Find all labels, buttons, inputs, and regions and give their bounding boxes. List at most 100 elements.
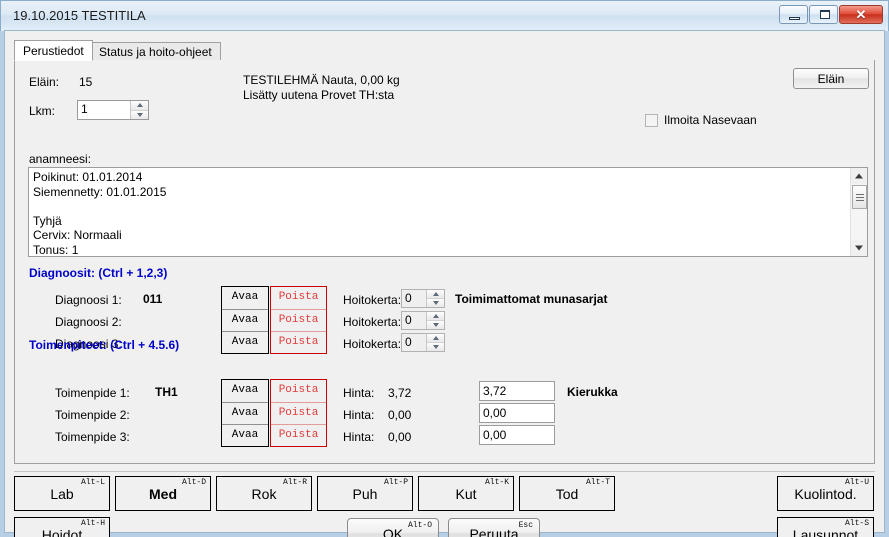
- toimenpide-1-avaa-button[interactable]: Avaa: [222, 380, 268, 402]
- toimenpiteet-header: Toimenpiteet: (Ctrl + 4.5.6): [29, 338, 180, 352]
- diagnoosi-1-label: Diagnoosi 1:: [55, 293, 122, 307]
- hoitokerta-3-value[interactable]: 0: [402, 334, 426, 351]
- hoidot-button[interactable]: Hoidot Alt-H: [14, 517, 110, 537]
- tab-page-perustiedot: Eläin: 15 Lkm: 1 TESTILEHMÄ Nauta, 0,00 …: [14, 60, 875, 464]
- hoitokerta-2-label: Hoitokerta:: [343, 315, 402, 329]
- hoidot-button-alt: Alt-H: [80, 519, 105, 528]
- diagnoosi-1-description: Toimimattomat munasarjat: [455, 292, 608, 306]
- window-title: 19.10.2015 TESTITILA: [13, 8, 146, 23]
- toimenpide-2-label: Toimenpide 2:: [55, 408, 130, 422]
- tod-button[interactable]: Tod Alt-T: [519, 476, 615, 511]
- window-controls: ✕: [779, 5, 883, 24]
- hoitokerta-1-label: Hoitokerta:: [343, 293, 402, 307]
- hoitokerta-1-spinner-down[interactable]: [427, 299, 444, 307]
- minimize-button[interactable]: [779, 5, 808, 24]
- scroll-down-icon[interactable]: [851, 240, 867, 256]
- hoitokerta-2-spinner[interactable]: 0: [401, 311, 445, 330]
- diagnoosi-3-avaa-button[interactable]: Avaa: [222, 331, 268, 353]
- lkm-label: Lkm:: [29, 104, 56, 118]
- toimenpide-1-code: TH1: [155, 385, 178, 399]
- med-button[interactable]: Med Alt-D: [115, 476, 211, 511]
- kut-button[interactable]: Kut Alt-K: [418, 476, 514, 511]
- rok-button[interactable]: Rok Alt-R: [216, 476, 312, 511]
- toimenpide-3-label: Toimenpide 3:: [55, 430, 130, 444]
- toimenpide-avaa-stack: Avaa Avaa Avaa: [221, 379, 269, 447]
- elain-value: 15: [79, 75, 93, 89]
- ilmoita-nasevaan-checkbox[interactable]: Ilmoita Nasevaan: [645, 113, 757, 127]
- anamneesi-scrollbar[interactable]: [850, 168, 867, 256]
- toimenpide-3-price-input[interactable]: 0,00: [479, 425, 555, 445]
- lkm-value[interactable]: 1: [78, 101, 130, 119]
- elain-label: Eläin:: [29, 75, 60, 89]
- toimenpide-3-poista-button[interactable]: Poista: [271, 424, 326, 446]
- kuolintod-button-alt: Alt-U: [844, 478, 869, 487]
- lkm-spinner[interactable]: 1: [77, 100, 149, 120]
- rok-button-alt: Alt-R: [282, 478, 307, 487]
- maximize-icon: [820, 10, 830, 19]
- close-button[interactable]: ✕: [839, 5, 883, 24]
- hoitokerta-2-spinner-buttons: [426, 312, 444, 329]
- elain-button-label: Eläin: [817, 72, 845, 86]
- scrollbar-thumb[interactable]: [852, 185, 867, 209]
- tab-status-ja-hoito-ohjeet[interactable]: Status ja hoito-ohjeet: [90, 42, 221, 61]
- diagnoosi-1-avaa-button[interactable]: Avaa: [222, 287, 268, 309]
- toimenpide-2-price-input[interactable]: 0,00: [479, 403, 555, 423]
- lausunnot-button[interactable]: Lausunnot Alt-S: [777, 517, 874, 537]
- diagnoosi-poista-stack: Poista Poista Poista: [270, 286, 327, 354]
- minimize-icon: [789, 17, 800, 20]
- hoitokerta-1-spinner-up[interactable]: [427, 290, 444, 299]
- tab-status-label: Status ja hoito-ohjeet: [99, 45, 212, 59]
- hinta-1-value: 3,72: [388, 386, 412, 400]
- lausunnot-button-alt: Alt-S: [844, 519, 869, 528]
- client-area: Perustiedot Status ja hoito-ohjeet Eläin…: [5, 31, 884, 537]
- scroll-up-icon[interactable]: [851, 168, 867, 184]
- peruuta-button[interactable]: Peruuta Esc: [448, 518, 540, 537]
- hoitokerta-1-spinner-buttons: [426, 290, 444, 307]
- tab-perustiedot[interactable]: Perustiedot: [14, 40, 93, 61]
- ok-button[interactable]: OK Alt-O: [347, 518, 439, 537]
- diagnoosi-1-poista-button[interactable]: Poista: [271, 287, 326, 309]
- hoitokerta-3-spinner-down[interactable]: [427, 343, 444, 351]
- diagnoosit-header: Diagnoosit: (Ctrl + 1,2,3): [29, 266, 168, 280]
- lab-button[interactable]: Lab Alt-L: [14, 476, 110, 511]
- puh-button[interactable]: Puh Alt-P: [317, 476, 413, 511]
- maximize-button[interactable]: [809, 5, 838, 24]
- hinta-3-label: Hinta:: [343, 430, 375, 444]
- diagnoosi-3-poista-button[interactable]: Poista: [271, 331, 326, 353]
- elain-button[interactable]: Eläin: [793, 68, 869, 89]
- hoitokerta-1-value[interactable]: 0: [402, 290, 426, 307]
- tab-perustiedot-label: Perustiedot: [23, 44, 84, 58]
- toimenpide-1-description: Kierukka: [567, 385, 618, 399]
- diagnoosi-2-poista-button[interactable]: Poista: [271, 309, 326, 331]
- ok-button-alt: Alt-O: [407, 521, 432, 530]
- hoitokerta-3-spinner-buttons: [426, 334, 444, 351]
- tab-strip: Perustiedot Status ja hoito-ohjeet: [14, 40, 875, 61]
- checkbox-box[interactable]: [645, 113, 658, 127]
- toimenpide-1-poista-button[interactable]: Poista: [271, 380, 326, 402]
- toimenpide-3-avaa-button[interactable]: Avaa: [222, 424, 268, 446]
- lkm-spinner-up[interactable]: [131, 101, 148, 111]
- med-button-alt: Alt-D: [181, 478, 206, 487]
- toimenpide-2-poista-button[interactable]: Poista: [271, 402, 326, 424]
- diagnoosi-1-code: 011: [143, 292, 163, 306]
- hoitokerta-2-spinner-down[interactable]: [427, 321, 444, 329]
- kuolintod-button[interactable]: Kuolintod. Alt-U: [777, 476, 874, 511]
- hoitokerta-2-value[interactable]: 0: [402, 312, 426, 329]
- kut-button-alt: Alt-K: [484, 478, 509, 487]
- toimenpide-2-avaa-button[interactable]: Avaa: [222, 402, 268, 424]
- anamneesi-text: Poikinut: 01.01.2014 Siemennetty: 01.01.…: [33, 170, 167, 257]
- footer-separator: [14, 471, 875, 472]
- hinta-3-value: 0,00: [388, 430, 412, 444]
- toimenpide-1-price-input[interactable]: 3,72: [479, 381, 555, 401]
- toimenpide-1-label: Toimenpide 1:: [55, 386, 130, 400]
- lkm-spinner-down[interactable]: [131, 110, 148, 119]
- hoitokerta-1-spinner[interactable]: 0: [401, 289, 445, 308]
- lab-button-alt: Alt-L: [80, 478, 105, 487]
- animal-info-line2: Lisätty uutena Provet TH:sta: [243, 88, 395, 102]
- anamneesi-textarea[interactable]: Poikinut: 01.01.2014 Siemennetty: 01.01.…: [28, 167, 868, 257]
- hoitokerta-2-spinner-up[interactable]: [427, 312, 444, 321]
- diagnoosi-2-avaa-button[interactable]: Avaa: [222, 309, 268, 331]
- application-window: 19.10.2015 TESTITILA ✕ Perustiedot Statu…: [0, 0, 889, 537]
- hoitokerta-3-spinner[interactable]: 0: [401, 333, 445, 352]
- hoitokerta-3-spinner-up[interactable]: [427, 334, 444, 343]
